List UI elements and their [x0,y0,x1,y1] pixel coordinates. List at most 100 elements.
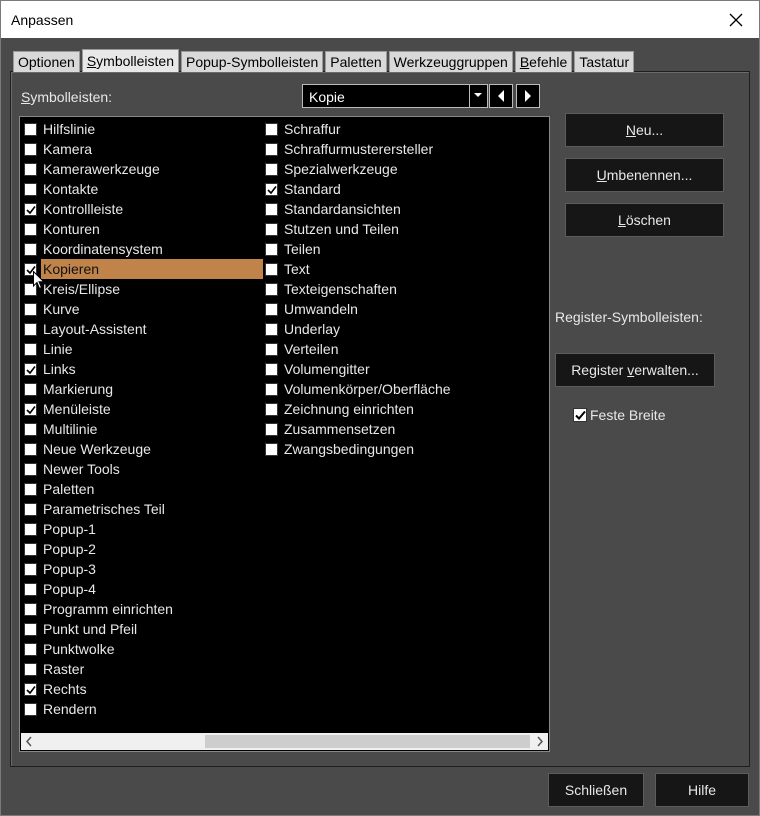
list-item-checkbox[interactable] [265,283,278,296]
list-item-checkbox[interactable] [24,163,37,176]
list-item-checkbox[interactable] [24,123,37,136]
list-item-checkbox[interactable] [265,243,278,256]
list-item-checkbox[interactable] [265,143,278,156]
list-item[interactable]: Newer Tools [22,459,262,479]
new-button[interactable]: Neu... [565,113,724,147]
tab-tastatur[interactable]: Tastatur [574,51,635,72]
list-item[interactable]: Teilen [263,239,503,259]
list-item-checkbox[interactable] [265,263,278,276]
list-item-checkbox[interactable] [24,443,37,456]
dropdown-arrow[interactable] [469,85,487,107]
scroll-left-icon[interactable] [25,736,33,747]
help-button[interactable]: Hilfe [655,773,749,807]
list-item[interactable]: Kreis/Ellipse [22,279,262,299]
list-item-checkbox[interactable] [24,383,37,396]
list-item-checkbox[interactable] [24,403,37,416]
list-item[interactable]: Spezialwerkzeuge [263,159,503,179]
list-item[interactable]: Hilfslinie [22,119,262,139]
list-item-checkbox[interactable] [24,663,37,676]
list-item[interactable]: Popup-3 [22,559,262,579]
next-toolbar-button[interactable] [516,84,540,108]
list-item[interactable]: Zusammensetzen [263,419,503,439]
close-button[interactable]: Schließen [548,773,644,807]
tab-optionen[interactable]: Optionen [13,51,80,72]
list-item[interactable]: Programm einrichten [22,599,262,619]
list-item-checkbox[interactable] [265,323,278,336]
tab-paletten[interactable]: Paletten [325,51,387,72]
list-item-checkbox[interactable] [265,183,278,196]
rename-button[interactable]: Umbenennen... [565,158,724,192]
list-item[interactable]: Multilinie [22,419,262,439]
list-item[interactable]: Texteigenschaften [263,279,503,299]
list-item-checkbox[interactable] [24,423,37,436]
list-item[interactable]: Verteilen [263,339,503,359]
toolbar-select[interactable]: Kopie [302,84,488,108]
tab-befehle[interactable]: Befehle [514,51,573,72]
list-item[interactable]: Parametrisches Teil [22,499,262,519]
list-item[interactable]: Standard [263,179,503,199]
list-item-checkbox[interactable] [24,623,37,636]
list-item-checkbox[interactable] [24,643,37,656]
list-item-checkbox[interactable] [24,223,37,236]
list-item-checkbox[interactable] [24,703,37,716]
tab-popup-symbolleisten[interactable]: Popup-Symbolleisten [181,51,324,72]
list-item[interactable]: Punkt und Pfeil [22,619,262,639]
list-item[interactable]: Schraffur [263,119,503,139]
list-item[interactable]: Kamera [22,139,262,159]
toolbar-list[interactable]: Hilfslinie Kamera Kamerawerkzeuge Kontakte K… [19,116,550,752]
list-item-checkbox[interactable] [24,303,37,316]
list-item-checkbox[interactable] [265,303,278,316]
list-item-checkbox[interactable] [24,503,37,516]
list-item[interactable]: Rechts [22,679,262,699]
list-item[interactable]: Raster [22,659,262,679]
list-item[interactable]: Volumenkörper/Oberfläche [263,379,503,399]
list-item-checkbox[interactable] [265,123,278,136]
list-item[interactable]: Linie [22,339,262,359]
list-item[interactable]: Punktwolke [22,639,262,659]
list-item-checkbox[interactable] [24,463,37,476]
list-item-checkbox[interactable] [24,183,37,196]
list-item[interactable]: Koordinatensystem [22,239,262,259]
delete-button[interactable]: Löschen [565,203,724,237]
scrollbar-thumb[interactable] [205,735,530,748]
list-item[interactable]: Neue Werkzeuge [22,439,262,459]
list-item[interactable]: Links [22,359,262,379]
list-item-checkbox[interactable] [265,403,278,416]
list-item[interactable]: Menüleiste [22,399,262,419]
list-item[interactable]: Schraffurmusterersteller [263,139,503,159]
list-item[interactable]: Kurve [22,299,262,319]
list-item[interactable]: Paletten [22,479,262,499]
list-item-checkbox[interactable] [24,343,37,356]
list-item[interactable]: Text [263,259,503,279]
list-item-checkbox[interactable] [24,363,37,376]
list-item[interactable]: Popup-2 [22,539,262,559]
tab-symbolleisten[interactable]: Symbolleisten [81,49,179,72]
list-item[interactable]: Zwangsbedingungen [263,439,503,459]
list-item[interactable]: Umwandeln [263,299,503,319]
list-item-checkbox[interactable] [265,383,278,396]
list-item-checkbox[interactable] [24,323,37,336]
list-item-checkbox[interactable] [265,363,278,376]
list-item-checkbox[interactable] [265,423,278,436]
list-item[interactable]: Kontrollleiste [22,199,262,219]
list-item[interactable]: Kopieren [22,259,263,279]
list-item[interactable]: Zeichnung einrichten [263,399,503,419]
list-item-checkbox[interactable] [24,243,37,256]
list-item[interactable]: Volumengitter [263,359,503,379]
scroll-right-icon[interactable] [536,736,544,747]
manage-register-button[interactable]: Register verwalten... [555,353,715,387]
list-item[interactable]: Konturen [22,219,262,239]
list-item[interactable]: Layout-Assistent [22,319,262,339]
list-item[interactable]: Underlay [263,319,503,339]
list-item-checkbox[interactable] [24,203,37,216]
close-window-button[interactable] [713,1,759,39]
list-item-checkbox[interactable] [24,683,37,696]
list-item-checkbox[interactable] [24,583,37,596]
fixed-width-box[interactable] [573,408,587,422]
list-item-checkbox[interactable] [24,603,37,616]
list-item[interactable]: Kamerawerkzeuge [22,159,262,179]
list-item-checkbox[interactable] [265,203,278,216]
previous-toolbar-button[interactable] [489,84,513,108]
list-item[interactable]: Rendern [22,699,262,719]
list-item-checkbox[interactable] [265,163,278,176]
